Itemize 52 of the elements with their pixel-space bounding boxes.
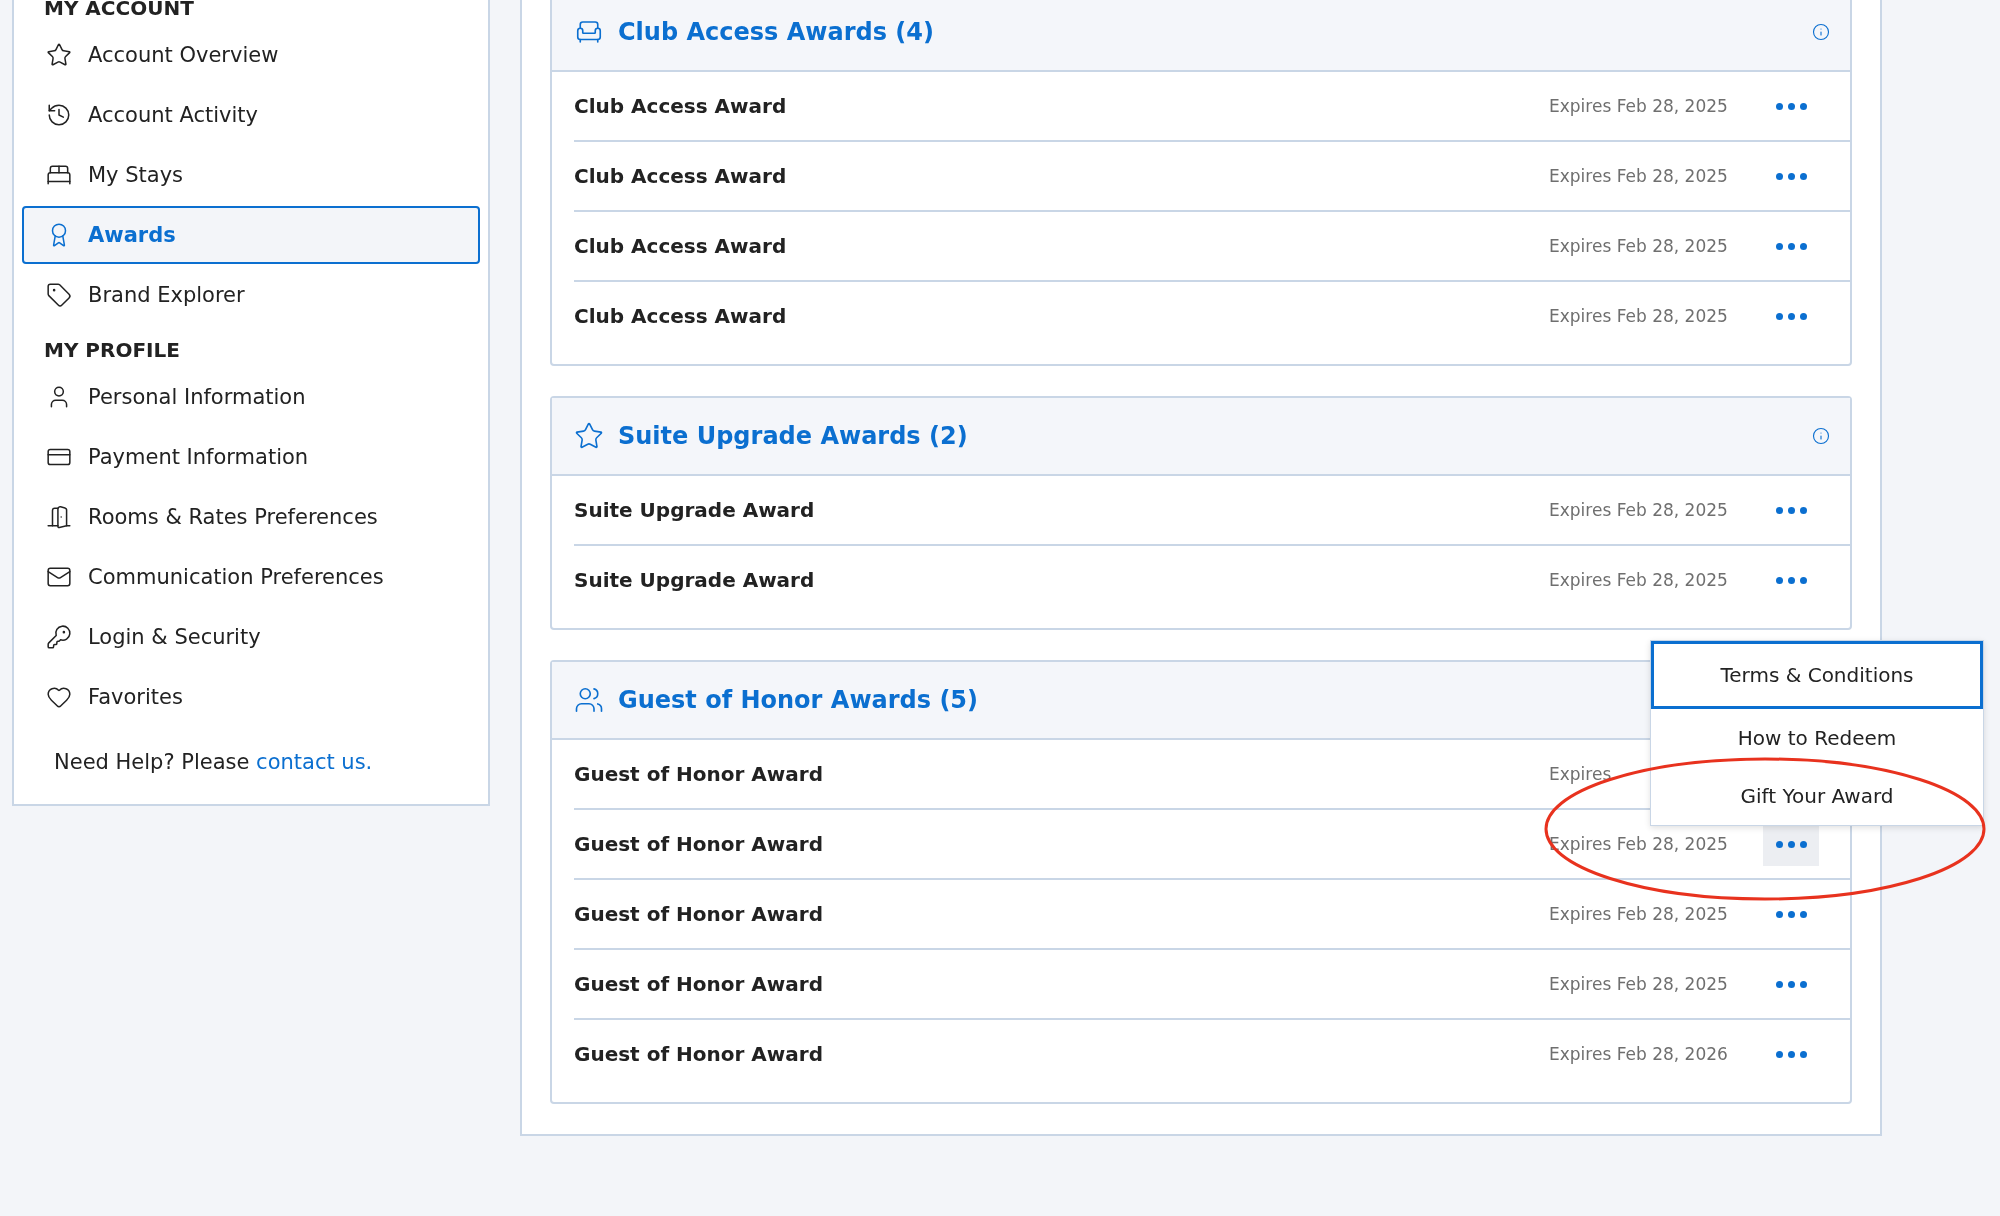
expiry-date: Expires Feb 28, 2025 (1549, 95, 1729, 118)
sidebar-item-icon (46, 102, 72, 128)
award-name: Guest of Honor Award (574, 762, 824, 786)
sidebar-item-icon (46, 282, 72, 308)
section-title: Suite Upgrade Awards (2) (618, 422, 969, 450)
menu-item[interactable]: Terms & Conditions (1651, 641, 1983, 709)
sidebar-item[interactable]: Rooms & Rates Preferences (22, 488, 480, 546)
sidebar-item[interactable]: Account Activity (22, 86, 480, 144)
expiry-date: Expires Feb 28, 2025 (1549, 499, 1729, 522)
expiry-date: Expires Feb 28, 2025 (1549, 305, 1729, 328)
menu-item[interactable]: Gift Your Award (1651, 767, 1983, 825)
sidebar-item[interactable]: Awards (22, 206, 480, 264)
sidebar-item[interactable]: Brand Explorer (22, 266, 480, 324)
sidebar-heading: MY PROFILE (43, 338, 181, 364)
contact-link[interactable]: contact us. (256, 750, 373, 774)
sidebar-item-icon (46, 42, 72, 68)
expiry-date: Expires Feb 28, 2025 (1549, 569, 1729, 592)
expiry-date: Expires Feb 28, 2025 (1549, 235, 1729, 258)
expiry-date: Expires Feb 28, 2025 (1549, 973, 1729, 996)
award-name: Club Access Award (574, 164, 788, 188)
expiry-date: Expires (1549, 763, 1613, 786)
menu-item[interactable]: How to Redeem (1651, 709, 1983, 767)
award-name: Suite Upgrade Award (574, 568, 816, 592)
section-title: Club Access Awards (4) (618, 18, 935, 46)
award-name: Guest of Honor Award (574, 832, 824, 856)
section-icon (574, 421, 604, 451)
help-text: Need Help? Please (54, 750, 251, 774)
sidebar-item[interactable]: Payment Information (22, 428, 480, 486)
sidebar-item-icon (46, 504, 72, 530)
info-icon[interactable] (1812, 427, 1830, 445)
section-title: Guest of Honor Awards (5) (618, 686, 980, 714)
sidebar-item[interactable]: Favorites (22, 668, 480, 726)
expiry-date: Expires Feb 28, 2025 (1549, 165, 1729, 188)
award-name: Club Access Award (574, 94, 788, 118)
sidebar-item[interactable]: Account Overview (22, 26, 480, 84)
award-name: Club Access Award (574, 304, 788, 328)
sidebar-heading: MY ACCOUNT (43, 0, 195, 22)
sidebar-item[interactable]: My Stays (22, 146, 480, 204)
sidebar-item[interactable]: Login & Security (22, 608, 480, 666)
award-name: Guest of Honor Award (574, 1042, 824, 1066)
section-icon (574, 685, 604, 715)
info-icon[interactable] (1812, 23, 1830, 41)
award-name: Suite Upgrade Award (574, 498, 816, 522)
sidebar-item[interactable]: Communication Preferences (22, 548, 480, 606)
expiry-date: Expires Feb 28, 2026 (1549, 1043, 1729, 1066)
award-name: Guest of Honor Award (574, 902, 824, 926)
sidebar-item-icon (46, 624, 72, 650)
sidebar-item[interactable]: Personal Information (22, 368, 480, 426)
award-name: Club Access Award (574, 234, 788, 258)
sidebar-item-icon (46, 684, 72, 710)
expiry-date: Expires Feb 28, 2025 (1549, 903, 1729, 926)
award-name: Guest of Honor Award (574, 972, 824, 996)
